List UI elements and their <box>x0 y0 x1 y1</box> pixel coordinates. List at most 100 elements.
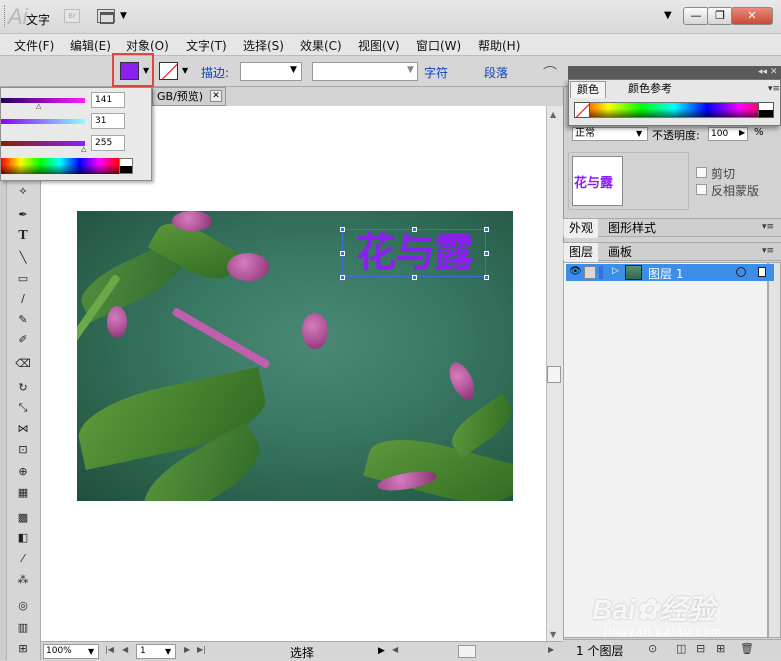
selection-handle[interactable] <box>484 275 489 280</box>
slider-thumb-icon[interactable]: △ <box>81 145 86 153</box>
blob-brush-tool-icon[interactable]: ✐ <box>14 332 32 348</box>
lock-toggle[interactable] <box>584 266 596 279</box>
perspective-grid-tool-icon[interactable]: ▦ <box>14 485 32 501</box>
tab-color[interactable]: 颜色 <box>570 81 606 98</box>
blend-tool-icon[interactable]: ⁂ <box>14 572 32 588</box>
tab-layers[interactable]: 图层 <box>564 243 599 262</box>
mesh-tool-icon[interactable]: ▩ <box>14 510 32 526</box>
selection-bounding-box[interactable] <box>342 229 486 277</box>
menu-help[interactable]: 帮助(H) <box>478 37 520 54</box>
bridge-button[interactable]: Br <box>64 9 80 23</box>
blue-value[interactable]: 255 <box>91 135 125 151</box>
selection-handle[interactable] <box>340 251 345 256</box>
green-value[interactable]: 31 <box>91 113 125 129</box>
scale-tool-icon[interactable]: ⤡ <box>14 400 32 416</box>
last-page-icon[interactable]: ▶| <box>197 645 206 654</box>
menu-view[interactable]: 视图(V) <box>358 37 400 54</box>
selection-handle[interactable] <box>340 275 345 280</box>
chevron-down-icon[interactable]: ▼ <box>664 10 672 21</box>
new-sublayer-icon[interactable]: ⊟ <box>696 642 705 655</box>
tab-color-guide[interactable]: 颜色参考 <box>622 81 678 98</box>
color-ramp[interactable] <box>574 102 774 118</box>
paintbrush-tool-icon[interactable]: ∕ <box>14 291 32 307</box>
menu-edit[interactable]: 编辑(E) <box>70 37 111 54</box>
eyedropper-tool-icon[interactable]: ⁄ <box>14 551 32 567</box>
target-circle-icon[interactable] <box>736 267 746 277</box>
panel-menu-icon[interactable]: ▾≡ <box>768 84 780 94</box>
chevron-down-icon[interactable]: ▼ <box>120 11 127 21</box>
prev-page-icon[interactable]: ◀ <box>122 645 128 654</box>
tab-artboards[interactable]: 画板 <box>603 243 637 262</box>
free-transform-tool-icon[interactable]: ⊡ <box>14 442 32 458</box>
maximize-button[interactable]: ❐ <box>707 7 733 25</box>
close-button[interactable]: ✕ <box>731 7 773 25</box>
chevron-down-icon[interactable]: ▼ <box>182 66 188 75</box>
fill-color-swatch[interactable] <box>120 62 139 80</box>
black-white-swatch[interactable] <box>758 102 774 118</box>
tab-graphic-styles[interactable]: 图形样式 <box>603 219 661 238</box>
expand-arrow-icon[interactable]: ▷ <box>612 266 619 276</box>
selection-indicator[interactable] <box>758 267 766 277</box>
new-layer-icon[interactable]: ⊞ <box>716 642 725 655</box>
scroll-down-icon[interactable]: ▼ <box>550 630 556 639</box>
menu-select[interactable]: 选择(S) <box>243 37 284 54</box>
pen-tool-icon[interactable]: ✒ <box>14 207 32 223</box>
clip-checkbox[interactable] <box>696 167 707 178</box>
selection-handle[interactable] <box>340 227 345 232</box>
warp-tool-icon[interactable]: ⟡ <box>14 183 32 199</box>
layer-name[interactable]: 图层 1 <box>648 265 683 282</box>
chevron-down-icon[interactable]: ▼ <box>290 65 297 75</box>
rotate-tool-icon[interactable]: ↻ <box>14 380 32 396</box>
visibility-eye-icon[interactable]: 👁 <box>569 266 582 277</box>
blue-slider[interactable] <box>1 141 85 146</box>
none-swatch[interactable] <box>574 102 590 118</box>
scroll-right-icon[interactable]: ▶ <box>548 645 554 654</box>
paragraph-link[interactable]: 段落 <box>484 64 508 81</box>
menu-object[interactable]: 对象(O) <box>126 37 169 54</box>
width-tool-icon[interactable]: ⋈ <box>14 421 32 437</box>
panel-menu-icon[interactable]: ▾≡ <box>762 246 774 256</box>
chevron-right-icon[interactable]: ▶ <box>739 128 745 137</box>
green-slider[interactable] <box>1 119 85 124</box>
shape-builder-tool-icon[interactable]: ⊕ <box>14 464 32 480</box>
chevron-down-icon[interactable]: ▼ <box>143 66 149 75</box>
style-dropdown[interactable] <box>312 62 418 81</box>
red-value[interactable]: 141 <box>91 92 125 108</box>
chevron-down-icon[interactable]: ▼ <box>165 647 171 656</box>
black-white-swatch[interactable] <box>119 158 133 174</box>
horizontal-scroll-thumb[interactable] <box>458 645 476 658</box>
status-tool-label[interactable]: 选择 <box>290 644 314 661</box>
invert-mask-checkbox[interactable] <box>696 184 707 195</box>
vertical-scroll-thumb[interactable] <box>547 366 561 383</box>
artboard-tool-icon[interactable]: ⊞ <box>14 641 32 657</box>
gradient-tool-icon[interactable]: ◧ <box>14 530 32 546</box>
pencil-tool-icon[interactable]: ✎ <box>14 312 32 328</box>
arrange-documents-button[interactable] <box>97 9 115 24</box>
color-panel-header[interactable] <box>568 66 781 80</box>
chevron-down-icon[interactable]: ▼ <box>636 129 642 138</box>
character-link[interactable]: 字符 <box>424 64 448 81</box>
first-page-icon[interactable]: |◀ <box>105 645 114 654</box>
symbol-sprayer-tool-icon[interactable]: ◎ <box>14 598 32 614</box>
scroll-left-icon[interactable]: ◀ <box>392 645 398 654</box>
rectangle-tool-icon[interactable]: ▭ <box>14 271 32 287</box>
layers-scrollbar[interactable] <box>768 262 781 638</box>
stroke-color-swatch[interactable] <box>159 62 178 80</box>
selection-handle[interactable] <box>484 251 489 256</box>
tab-appearance[interactable]: 外观 <box>564 219 599 238</box>
stroke-label[interactable]: 描边: <box>201 64 229 81</box>
selection-handle[interactable] <box>484 227 489 232</box>
menu-window[interactable]: 窗口(W) <box>416 37 461 54</box>
color-spectrum[interactable] <box>1 158 119 174</box>
menu-effect[interactable]: 效果(C) <box>300 37 342 54</box>
minimize-button[interactable]: — <box>683 7 709 25</box>
panel-grip[interactable] <box>4 5 8 27</box>
chevron-down-icon[interactable]: ▼ <box>407 65 414 75</box>
line-tool-icon[interactable]: ╲ <box>14 250 32 266</box>
eraser-tool-icon[interactable]: ⌫ <box>14 356 32 372</box>
type-tool-icon[interactable]: T <box>14 228 32 244</box>
menu-type[interactable]: 文字(T) <box>186 37 227 54</box>
next-page-icon[interactable]: ▶ <box>184 645 190 654</box>
close-icon[interactable]: ✕ <box>210 90 222 102</box>
locate-object-icon[interactable]: ⊙ <box>648 642 657 655</box>
